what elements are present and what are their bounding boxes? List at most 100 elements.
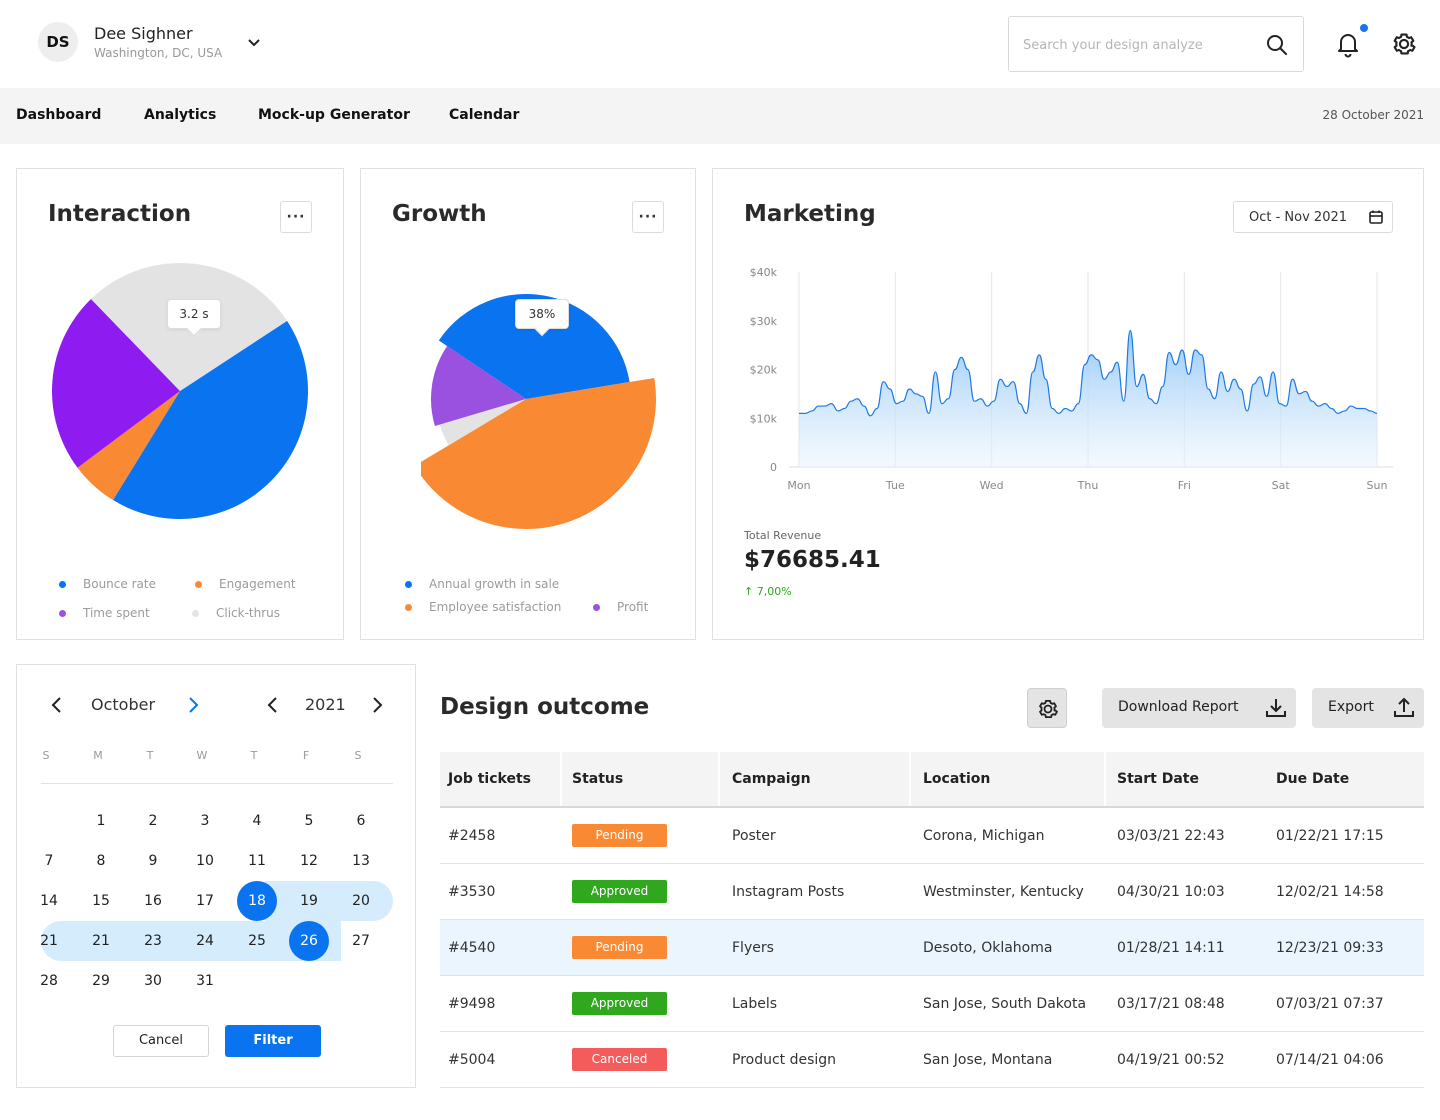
status-badge: Approved [572, 992, 667, 1015]
y-tick-label: $10k [750, 412, 778, 425]
calendar-day[interactable]: 1 [81, 801, 121, 841]
campaign-cell: Product design [732, 1052, 837, 1068]
next-year-icon[interactable] [367, 695, 387, 715]
legend-label: Click-thrus [216, 606, 281, 620]
x-tick-label: Wed [980, 479, 1004, 492]
calendar-day[interactable]: 27 [341, 921, 381, 961]
more-options-button[interactable]: ··· [632, 201, 664, 233]
legend-click-thrus: Click-thrus [192, 606, 280, 620]
gear-icon[interactable] [1390, 30, 1418, 58]
x-tick-label: Thu [1077, 479, 1099, 492]
ticket-cell: #5004 [448, 1052, 496, 1068]
gear-icon [1039, 700, 1058, 718]
calendar-day[interactable]: 9 [133, 841, 173, 881]
chevron-down-icon[interactable] [246, 34, 262, 50]
column-header-start-date[interactable]: Start Date [1117, 771, 1199, 787]
column-header-status[interactable]: Status [572, 771, 623, 787]
location-cell: San Jose, South Dakota [923, 996, 1087, 1012]
column-header-location[interactable]: Location [923, 771, 990, 787]
legend-bounce-rate: Bounce rate [59, 577, 156, 591]
calendar-day[interactable]: 28 [29, 961, 69, 1001]
calendar-day[interactable]: 24 [185, 921, 225, 961]
revenue-change: ↑ 7,00% [744, 585, 792, 598]
weekday-label: F [302, 749, 310, 762]
calendar-day[interactable]: 25 [237, 921, 277, 961]
marketing-title: Marketing [744, 201, 876, 227]
calendar-day[interactable]: 2 [133, 801, 173, 841]
calendar-day-selected[interactable]: 26 [289, 921, 329, 961]
main-nav: Dashboard Analytics Mock-up Generator Ca… [0, 88, 1440, 144]
calendar-day[interactable]: 12 [289, 841, 329, 881]
date-range-picker[interactable]: Oct - Nov 2021 [1233, 201, 1393, 233]
calendar-day[interactable]: 10 [185, 841, 225, 881]
search-input[interactable] [1023, 31, 1253, 59]
legend-dot [405, 580, 412, 588]
legend-annual-growth: Annual growth in sale [405, 577, 559, 591]
table-row[interactable]: #2458 Poster Corona, Michigan 03/03/21 22:4… [440, 808, 1424, 864]
next-month-icon[interactable] [183, 695, 203, 715]
marketing-area-chart: Mon Tue Wed Thu Fri Sat Sun $40k $30k $20k $10k 0 [750, 266, 1393, 492]
legend-dot [59, 580, 66, 588]
calendar-day[interactable]: 20 [341, 881, 381, 921]
avatar[interactable]: DS [38, 22, 78, 62]
calendar-day[interactable]: 29 [81, 961, 121, 1001]
legend-label: Annual growth in sale [429, 577, 560, 591]
bell-icon[interactable] [1334, 30, 1362, 58]
calendar-day[interactable]: 5 [289, 801, 329, 841]
column-header-campaign[interactable]: Campaign [732, 771, 811, 787]
calendar-day[interactable]: 16 [133, 881, 173, 921]
calendar-day[interactable]: 11 [237, 841, 277, 881]
calendar-day[interactable]: 4 [237, 801, 277, 841]
table-row[interactable]: #4540 Flyers Desoto, Oklahoma 01/28/21 14:1… [440, 920, 1424, 976]
calendar-day[interactable]: 21 [81, 921, 121, 961]
calendar-day[interactable]: 7 [29, 841, 69, 881]
calendar-day[interactable]: 30 [133, 961, 173, 1001]
search-icon[interactable] [1265, 33, 1289, 57]
legend-label: Employee satisfaction [429, 600, 562, 614]
export-button[interactable]: Export [1312, 688, 1424, 728]
filter-button[interactable]: Filter [225, 1025, 321, 1057]
interaction-card: Interaction ··· 3.2 s Bounce rate Engage… [16, 168, 344, 640]
marketing-card: Marketing Oct - Nov 2021 Mon Tue Wed Thu Fri… [712, 168, 1424, 640]
calendar-day[interactable]: 13 [341, 841, 381, 881]
calendar-day[interactable]: 31 [185, 961, 225, 1001]
calendar-divider [41, 783, 393, 784]
nav-calendar[interactable]: Calendar [449, 107, 519, 123]
download-report-button[interactable]: Download Report [1102, 688, 1296, 728]
nav-mockup-generator[interactable]: Mock-up Generator [258, 107, 410, 123]
calendar-day[interactable]: 21 [29, 921, 69, 961]
calendar-day[interactable]: 15 [81, 881, 121, 921]
calendar-day[interactable]: 6 [341, 801, 381, 841]
start-date-cell: 03/17/21 08:48 [1117, 996, 1225, 1012]
nav-analytics[interactable]: Analytics [144, 107, 216, 123]
calendar-day[interactable]: 8 [81, 841, 121, 881]
table-row[interactable]: #5004 Product design San Jose, Montana 04/1… [440, 1032, 1424, 1088]
pie-tooltip: 38% [515, 299, 569, 329]
due-date-cell: 01/22/21 17:15 [1276, 828, 1384, 844]
more-options-button[interactable]: ··· [280, 201, 312, 233]
start-date-cell: 01/28/21 14:11 [1117, 940, 1225, 956]
notification-dot [1360, 24, 1368, 32]
calendar-day[interactable]: 17 [185, 881, 225, 921]
table-settings-button[interactable] [1027, 688, 1067, 728]
calendar-day[interactable]: 14 [29, 881, 69, 921]
calendar-day[interactable]: 3 [185, 801, 225, 841]
table-row[interactable]: #9498 Labels San Jose, South Dakota 03/17/2… [440, 976, 1424, 1032]
legend-dot [192, 609, 199, 617]
column-header-due-date[interactable]: Due Date [1276, 771, 1349, 787]
weekday-label: W [196, 749, 208, 762]
table-row[interactable]: #3530 Instagram Posts Westminster, Kentuck… [440, 864, 1424, 920]
weekday-label: S [42, 749, 50, 762]
calendar-day[interactable]: 23 [133, 921, 173, 961]
cancel-button[interactable]: Cancel [113, 1025, 209, 1057]
calendar-day-selected[interactable]: 18 [237, 881, 277, 921]
nav-dashboard[interactable]: Dashboard [16, 107, 101, 123]
prev-year-icon[interactable] [263, 695, 283, 715]
legend-label: Bounce rate [83, 577, 156, 591]
column-header-job-tickets[interactable]: Job tickets [448, 771, 531, 787]
upload-icon [1394, 697, 1414, 717]
calendar-year: 2021 [305, 695, 346, 714]
legend-engagement: Engagement [195, 577, 296, 591]
prev-month-icon[interactable] [47, 695, 67, 715]
calendar-day[interactable]: 19 [289, 881, 329, 921]
